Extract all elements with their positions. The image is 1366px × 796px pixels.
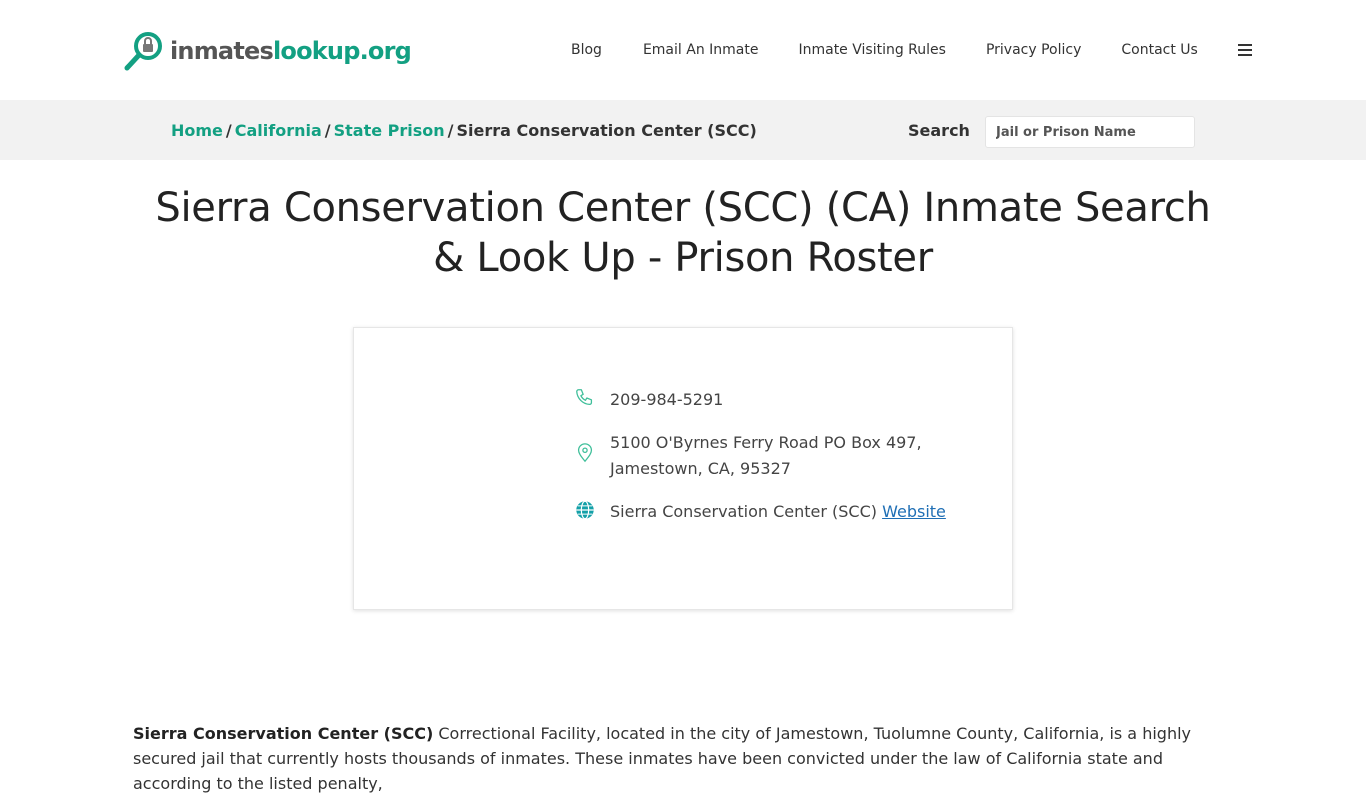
facility-address: 5100 O'Byrnes Ferry Road PO Box 497, Jam… bbox=[610, 430, 922, 482]
nav-inmate-visiting-rules[interactable]: Inmate Visiting Rules bbox=[798, 40, 945, 60]
website-link[interactable]: Website bbox=[882, 502, 946, 521]
search-input[interactable] bbox=[985, 116, 1195, 148]
nav-email-an-inmate[interactable]: Email An Inmate bbox=[643, 40, 759, 60]
phone-row: 209-984-5291 bbox=[574, 387, 723, 413]
globe-icon bbox=[576, 500, 594, 520]
page-title: Sierra Conservation Center (SCC) (CA) In… bbox=[155, 185, 1211, 281]
address-line-2: Jamestown, CA, 95327 bbox=[610, 459, 791, 478]
map-pin-icon bbox=[577, 443, 593, 463]
facility-website: Sierra Conservation Center (SCC) Website bbox=[610, 499, 946, 525]
website-prefix: Sierra Conservation Center (SCC) bbox=[610, 502, 877, 521]
breadcrumb-current: Sierra Conservation Center (SCC) bbox=[456, 121, 757, 140]
nav-privacy-policy[interactable]: Privacy Policy bbox=[986, 40, 1081, 60]
description-bold: Sierra Conservation Center (SCC) bbox=[133, 724, 434, 743]
phone-icon bbox=[576, 389, 593, 406]
breadcrumb-california[interactable]: California bbox=[235, 121, 322, 140]
logo-text-part1: inmates bbox=[170, 37, 274, 65]
breadcrumb-state-prison[interactable]: State Prison bbox=[334, 121, 445, 140]
logo-text: inmateslookup.org bbox=[170, 37, 412, 65]
breadcrumb-home[interactable]: Home bbox=[171, 121, 223, 140]
breadcrumb: Home / California / State Prison / Sierra Cons… bbox=[171, 120, 757, 142]
facility-info-card: 209-984-5291 5100 O'Byrnes Ferry Road PO… bbox=[353, 327, 1013, 610]
breadcrumb-separator: / bbox=[447, 121, 454, 140]
facility-description: Sierra Conservation Center (SCC) Correct… bbox=[133, 721, 1233, 796]
nav-contact-us[interactable]: Contact Us bbox=[1121, 40, 1197, 60]
website-row: Sierra Conservation Center (SCC) Website bbox=[574, 499, 946, 525]
hamburger-icon[interactable] bbox=[1237, 44, 1252, 56]
facility-phone[interactable]: 209-984-5291 bbox=[610, 387, 723, 413]
breadcrumb-separator: / bbox=[225, 121, 232, 140]
address-row: 5100 O'Byrnes Ferry Road PO Box 497, Jam… bbox=[574, 430, 922, 482]
site-header: inmateslookup.org Blog Email An Inmate I… bbox=[0, 0, 1366, 100]
site-logo[interactable]: inmateslookup.org bbox=[124, 30, 412, 72]
main-nav: Blog Email An Inmate Inmate Visiting Rul… bbox=[571, 40, 1252, 60]
search-label: Search bbox=[908, 121, 970, 140]
breadcrumb-separator: / bbox=[324, 121, 331, 140]
nav-blog[interactable]: Blog bbox=[571, 40, 602, 60]
logo-text-part2: lookup.org bbox=[272, 37, 412, 65]
address-line-1: 5100 O'Byrnes Ferry Road PO Box 497, bbox=[610, 433, 922, 452]
magnifier-logo-icon bbox=[124, 32, 162, 71]
